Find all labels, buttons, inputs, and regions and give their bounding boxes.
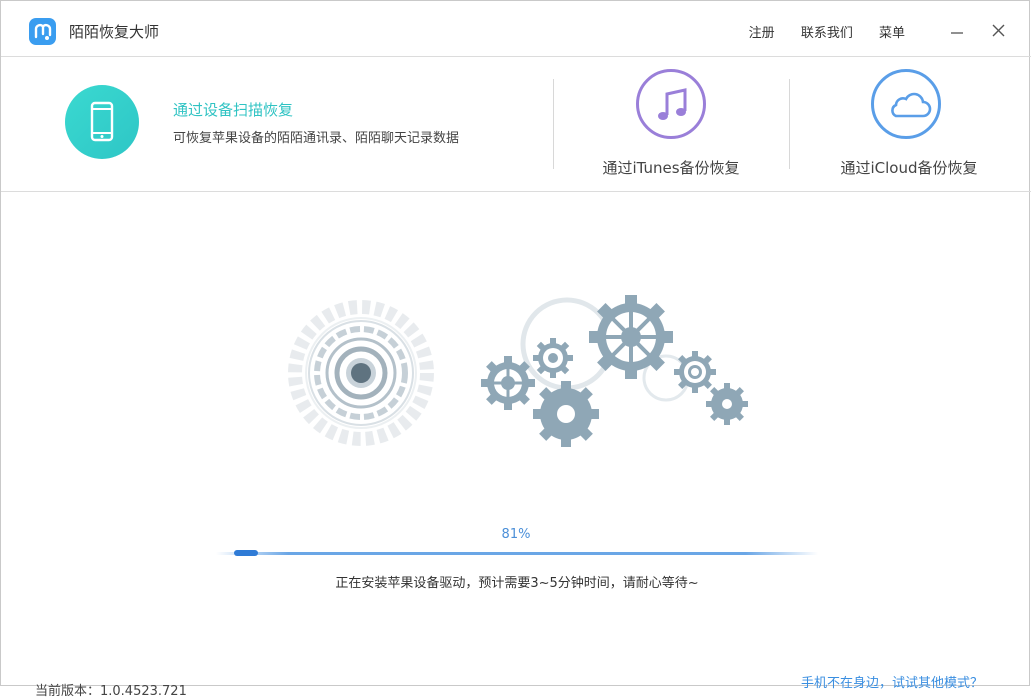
cloud-icon xyxy=(891,92,932,118)
gear-icon xyxy=(481,356,535,410)
music-note-icon xyxy=(658,88,687,120)
app-logo-icon xyxy=(29,18,56,45)
app-window: 陌陌恢复大师 注册 联系我们 菜单 通过设备扫描恢复 可恢复苹果设备的陌陌通讯录… xyxy=(0,0,1031,699)
device-mode-badge xyxy=(65,85,139,159)
top-links: 注册 联系我们 菜单 xyxy=(727,22,905,41)
progress-bar xyxy=(216,552,818,555)
register-link[interactable]: 注册 xyxy=(749,26,775,41)
device-mode-description: 可恢复苹果设备的陌陌通讯录、陌陌聊天记录数据 xyxy=(173,131,460,146)
itunes-mode-label: 通过iTunes备份恢复 xyxy=(602,159,740,177)
gear-icon xyxy=(589,295,673,379)
itunes-mode-badge xyxy=(636,69,706,139)
icloud-mode-badge xyxy=(871,69,941,139)
gear-icon xyxy=(533,381,599,447)
gear-icon xyxy=(533,338,573,378)
progress-indicator xyxy=(234,550,258,556)
divider xyxy=(553,79,554,169)
gear-icon xyxy=(706,383,748,425)
phone-icon xyxy=(90,101,114,142)
minimize-icon[interactable] xyxy=(947,19,967,39)
title-bar: 陌陌恢复大师 注册 联系我们 菜单 xyxy=(1,1,1031,57)
gear-icon xyxy=(674,351,716,393)
gears-illustration xyxy=(288,295,748,447)
status-message: 正在安装苹果设备驱动，预计需要3~5分钟时间，请耐心等待~ xyxy=(335,576,699,591)
progress-percent: 81% xyxy=(501,527,531,542)
close-icon[interactable] xyxy=(989,19,1009,39)
divider xyxy=(789,79,790,169)
recovery-mode-bar: 通过设备扫描恢复 可恢复苹果设备的陌陌通讯录、陌陌聊天记录数据 通过iTunes… xyxy=(1,57,1031,192)
itunes-backup-mode[interactable]: 通过iTunes备份恢复 xyxy=(581,69,761,184)
device-mode-title: 通过设备扫描恢复 xyxy=(173,101,294,119)
device-scan-mode[interactable]: 通过设备扫描恢复 可恢复苹果设备的陌陌通讯录、陌陌聊天记录数据 xyxy=(61,81,531,171)
icloud-backup-mode[interactable]: 通过iCloud备份恢复 xyxy=(819,69,999,184)
other-mode-link[interactable]: 手机不在身边，试试其他模式？ xyxy=(801,672,983,691)
icloud-mode-label: 通过iCloud备份恢复 xyxy=(840,159,978,177)
version-label: 当前版本：1.0.4523.721 xyxy=(35,684,187,699)
contact-link[interactable]: 联系我们 xyxy=(801,26,853,41)
menu-link[interactable]: 菜单 xyxy=(879,26,905,41)
app-title: 陌陌恢复大师 xyxy=(69,23,160,41)
